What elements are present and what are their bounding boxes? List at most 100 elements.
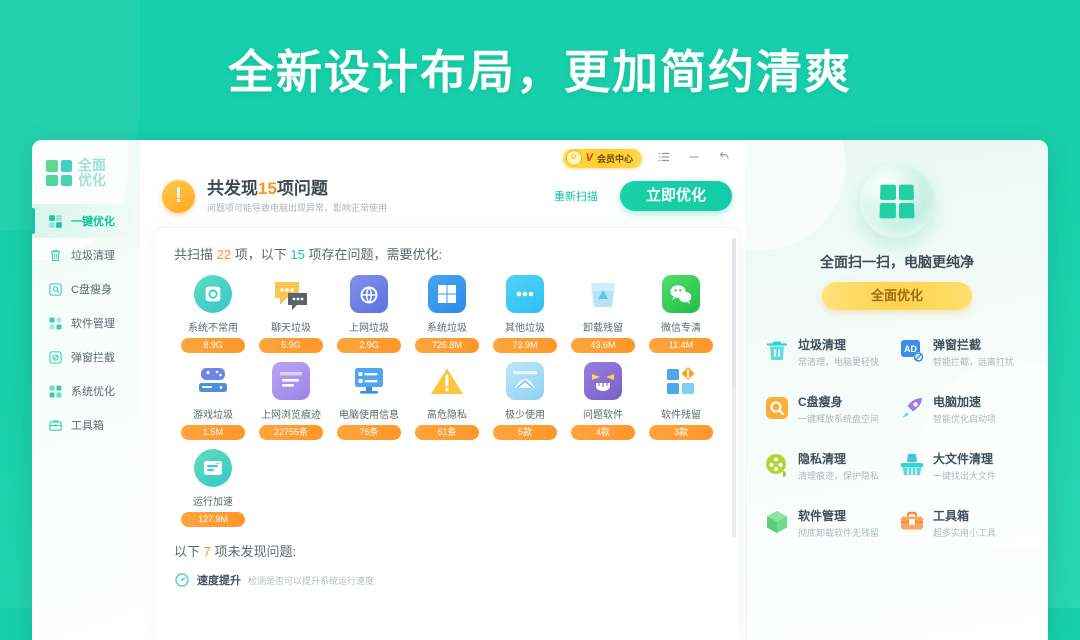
tile-system-unused[interactable]: 系统不常用 8.9G: [174, 275, 252, 353]
tile-pc-usage-info[interactable]: 电脑使用信息 76条: [330, 362, 408, 440]
feature-name: 工具箱: [933, 509, 970, 523]
feature-text: 垃圾清理 常清理，电脑更轻快: [798, 338, 879, 368]
tile-value: 5.9G: [259, 338, 323, 353]
tile-label: 微信专清: [661, 323, 701, 334]
feature-name: 隐私清理: [798, 452, 847, 466]
tile-label: 上网垃圾: [349, 323, 389, 334]
tile-browsing-trace[interactable]: 上网浏览痕迹 22755条: [252, 362, 330, 440]
four-square-sphere-icon: [860, 164, 934, 238]
full-optimize-button[interactable]: 全面优化: [822, 282, 972, 310]
grid-icon: [49, 214, 62, 228]
feature-desc: 一键找出大文件: [933, 471, 997, 481]
tile-problem-software[interactable]: 问题软件 4款: [564, 362, 642, 440]
scan-summary: 共扫描 22 项，以下 15 项存在问题，需要优化:: [174, 244, 720, 263]
sidebar-item-software-manage[interactable]: 软件管理: [32, 306, 140, 340]
sidebar-item-toolbox[interactable]: 工具箱: [32, 408, 140, 442]
wechat-icon: [662, 275, 700, 313]
disk-scan-icon: [194, 275, 232, 313]
feature-name: 大文件清理: [933, 452, 994, 466]
tile-other-junk[interactable]: 其他垃圾 73.9M: [486, 275, 564, 353]
feature-pc-accelerate[interactable]: 电脑加速 智能优化启动项: [899, 395, 1034, 425]
minimize-icon[interactable]: [686, 150, 702, 166]
feature-toolbox[interactable]: 工具箱 超多实用小工具: [899, 509, 1034, 539]
result-scrollbar[interactable]: [732, 238, 736, 538]
monitor-list-icon: [350, 362, 388, 400]
tile-runtime-accelerate[interactable]: 运行加速 127.9M: [174, 449, 252, 527]
sidebar-item-label: 软件管理: [71, 318, 115, 330]
tile-label: 系统垃圾: [427, 323, 467, 334]
feature-name: C盘瘦身: [798, 395, 843, 409]
feature-software-manage[interactable]: 软件管理 彻底卸载软件无残留: [764, 509, 899, 539]
feature-desc: 智能优化启动项: [933, 414, 997, 424]
app-logo: 全面 优化: [32, 140, 140, 188]
evil-face-icon: [584, 362, 622, 400]
tile-label: 电脑使用信息: [339, 410, 399, 421]
feature-desc: 清理痕迹，保护隐私: [798, 471, 880, 481]
windows-tile-icon: [428, 275, 466, 313]
tile-software-leftover[interactable]: 软件残留 3款: [642, 362, 720, 440]
tile-wechat-clean[interactable]: 微信专清 11.4M: [642, 275, 720, 353]
sidebar-item-system-optimize[interactable]: 系统优化: [32, 374, 140, 408]
tile-value: 1.5M: [181, 425, 245, 440]
sidebar-item-c-drive-slim[interactable]: C盘瘦身: [32, 272, 140, 306]
tile-value: 43.6M: [571, 338, 635, 353]
sidebar-item-one-key-optimize[interactable]: 一键优化: [32, 204, 140, 238]
feature-desc: 彻底卸载软件无残留: [798, 528, 880, 538]
feature-name: 电脑加速: [933, 395, 982, 409]
sidebar-item-popup-block[interactable]: 弹窗拦截: [32, 340, 140, 374]
trash-icon: [50, 249, 61, 261]
tile-label: 高危隐私: [427, 410, 467, 421]
ok-part-2: 项未发现问题:: [214, 544, 297, 559]
scrollbar-thumb[interactable]: [732, 238, 736, 388]
tile-rarely-used[interactable]: 极少使用 5款: [486, 362, 564, 440]
feature-popup-block[interactable]: AD 弹窗拦截 智能拦截，远离打扰: [899, 338, 1034, 368]
vip-center-button[interactable]: ☺ V 会员中心: [562, 148, 642, 168]
tile-value: 2.9G: [337, 338, 401, 353]
tile-high-risk-privacy[interactable]: 高危隐私 61条: [408, 362, 486, 440]
tile-uninstall-leftover[interactable]: 卸载残留 43.6M: [564, 275, 642, 353]
ad-block-icon: AD: [901, 340, 924, 362]
feature-desc: 常清理，电脑更轻快: [798, 357, 880, 367]
restore-icon[interactable]: [716, 150, 732, 166]
warning-triangle-icon: [428, 362, 466, 400]
ok-part-1: 以下: [174, 544, 201, 559]
tile-value: 127.9M: [181, 512, 245, 527]
scan-title-prefix: 共发现: [207, 179, 258, 198]
feature-desc: 超多实用小工具: [933, 528, 997, 538]
tile-label: 极少使用: [505, 410, 545, 421]
tile-chat-junk[interactable]: 聊天垃圾 5.9G: [252, 275, 330, 353]
tile-system-junk[interactable]: 系统垃圾 726.8M: [408, 275, 486, 353]
vip-center-label: 会员中心: [596, 153, 633, 164]
box-icon: [767, 511, 787, 533]
ok-item-desc: 检测是否可以提升系统运行速度: [248, 575, 375, 586]
summary-part-3: 项存在问题，需要优化:: [308, 247, 443, 262]
ok-list-item[interactable]: 速度提升 检测是否可以提升系统运行速度: [174, 572, 720, 588]
tile-value: 5款: [493, 425, 557, 440]
list-menu-icon[interactable]: [656, 150, 672, 166]
summary-problems: 15: [290, 247, 305, 262]
sidebar-item-label: 弹窗拦截: [71, 352, 115, 364]
chat-bubbles-icon: [272, 275, 310, 313]
feature-grid: 垃圾清理 常清理，电脑更轻快 AD 弹窗拦截 智能拦截，远离打扰 C盘瘦身 一键…: [746, 338, 1048, 539]
privacy-film-icon: [766, 454, 786, 477]
feature-c-drive-slim[interactable]: C盘瘦身 一键释放系统盘空间: [764, 395, 899, 425]
panel-tagline: 全面扫一扫，电脑更纯净: [820, 254, 974, 270]
feature-junk-clean[interactable]: 垃圾清理 常清理，电脑更轻快: [764, 338, 899, 368]
feature-privacy-clean[interactable]: 隐私清理 清理痕迹，保护隐私: [764, 452, 899, 482]
ok-count: 7: [203, 544, 211, 559]
feature-large-file-clean[interactable]: 大文件清理 一键找出大文件: [899, 452, 1034, 482]
optimize-now-button[interactable]: 立即优化: [619, 181, 732, 211]
scan-result-card: 共扫描 22 项，以下 15 项存在问题，需要优化: 系统不常用 8.9G 聊天…: [156, 228, 738, 640]
feature-text: 弹窗拦截 智能拦截，远离打扰: [933, 338, 1014, 368]
tile-value: 11.4M: [649, 338, 713, 353]
main-content: ☺ V 会员中心 ! 共发现15项问题 问题项可能导致电脑出现异常，影响正常使用…: [140, 140, 746, 640]
tile-game-junk[interactable]: 游戏垃圾 1.5M: [174, 362, 252, 440]
tile-label: 卸载残留: [583, 323, 623, 334]
toolbox-icon: [901, 511, 923, 530]
sidebar-item-junk-clean[interactable]: 垃圾清理: [32, 238, 140, 272]
banner-title: 全新设计布局，更加简约清爽: [228, 45, 852, 99]
scan-header-text: 共发现15项问题 问题项可能导致电脑出现异常，影响正常使用: [207, 178, 542, 214]
tile-web-junk[interactable]: 上网垃圾 2.9G: [330, 275, 408, 353]
rescan-link[interactable]: 重新扫描: [554, 188, 598, 204]
tile-value: 726.8M: [415, 338, 479, 353]
